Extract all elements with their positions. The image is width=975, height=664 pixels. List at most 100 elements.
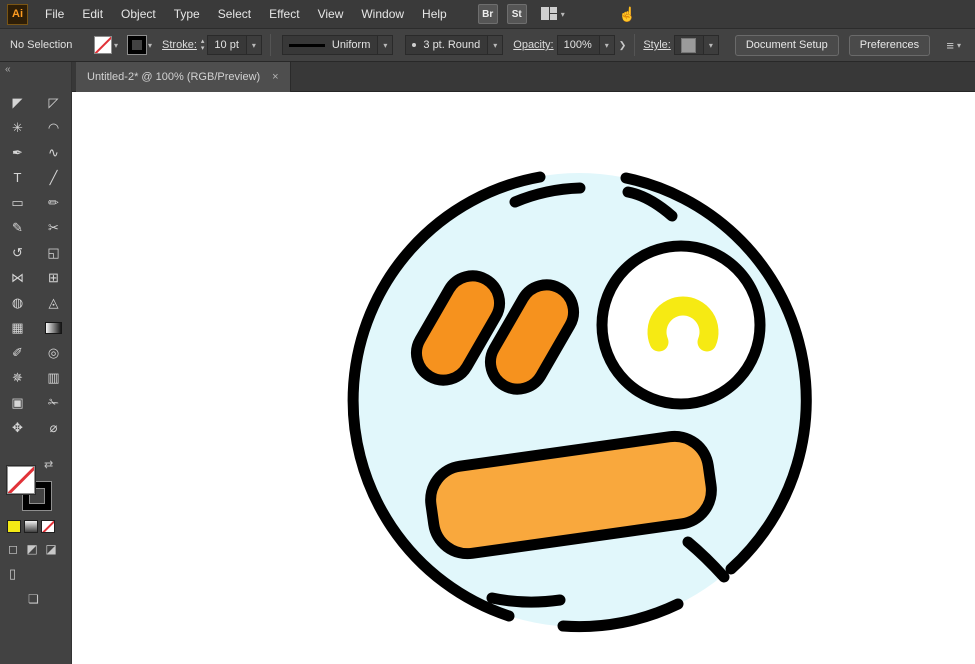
stroke-color-swatch: [128, 36, 146, 54]
stroke-color-control[interactable]: ▾: [122, 36, 152, 54]
arrange-documents-control[interactable]: ▾: [541, 7, 565, 21]
bridge-button[interactable]: Br: [478, 4, 498, 24]
canvas[interactable]: [72, 92, 975, 664]
chevron-right-icon[interactable]: ❯: [619, 40, 627, 51]
swap-fill-stroke-icon[interactable]: ⇄: [44, 458, 53, 471]
document-tab-bar: Untitled-2* @ 100% (RGB/Preview) ×: [72, 62, 975, 92]
none-button[interactable]: [41, 520, 55, 533]
selection-status: No Selection: [10, 39, 90, 51]
quick-buttons: Br St: [478, 4, 527, 24]
chevron-down-icon: ▾: [599, 36, 614, 54]
rotate-tool[interactable]: ↺: [0, 240, 36, 265]
stroke-preview-line: [289, 44, 325, 47]
stroke-weight-select[interactable]: 10 pt ▾: [207, 35, 261, 55]
stroke-weight-stepper[interactable]: ▴ ▾: [201, 38, 205, 52]
scissors-tool[interactable]: ✂: [36, 215, 72, 240]
fill-color-control[interactable]: ▾: [94, 36, 118, 54]
screen-mode-button[interactable]: ▯: [9, 566, 16, 582]
menu-object[interactable]: Object: [112, 0, 165, 29]
tab-title: Untitled-2* @ 100% (RGB/Preview): [87, 71, 260, 83]
panel-options-control[interactable]: ≡ ▾: [946, 38, 961, 53]
menu-select[interactable]: Select: [209, 0, 260, 29]
width-tool[interactable]: ⋈: [0, 265, 36, 290]
menu-type[interactable]: Type: [165, 0, 209, 29]
sketch-dash[interactable]: [492, 598, 560, 602]
curvature-tool[interactable]: ∿: [36, 140, 72, 165]
tools-panel: « ◤◸✳◠✒∿T╱▭✏✎✂↺◱⋈⊞◍◬▦✐◎✵▥▣✁✥⌀ ⇄ ◻◩◪ ▯ ❏: [0, 62, 72, 664]
selection-tool[interactable]: ◤: [0, 90, 36, 115]
eyedropper-tool[interactable]: ✐: [0, 340, 36, 365]
stroke-label[interactable]: Stroke:: [162, 39, 197, 51]
menu-help[interactable]: Help: [413, 0, 456, 29]
document-setup-button[interactable]: Document Setup: [735, 35, 839, 56]
brush-select[interactable]: 3 pt. Round ▾: [405, 35, 503, 55]
style-select[interactable]: ▾: [674, 35, 719, 55]
menubar: Ai FileEditObjectTypeSelectEffectViewWin…: [0, 0, 975, 29]
color-mode-buttons: [7, 520, 55, 533]
app-logo[interactable]: Ai: [7, 4, 28, 25]
step-up-icon: ▴: [201, 38, 205, 45]
pencil-tool[interactable]: ✎: [0, 215, 36, 240]
draw-behind-mode[interactable]: ◩: [24, 542, 40, 556]
menu-window[interactable]: Window: [352, 0, 413, 29]
separator: [270, 34, 271, 56]
panel-collapse-icon[interactable]: «: [0, 62, 71, 78]
artboard-tool[interactable]: ▣: [0, 390, 36, 415]
preferences-button[interactable]: Preferences: [849, 35, 930, 56]
stroke-weight-value: 10 pt: [214, 39, 238, 51]
scale-tool[interactable]: ◱: [36, 240, 72, 265]
width-profile-select[interactable]: Uniform ▾: [282, 35, 394, 55]
direct-selection-tool[interactable]: ◸: [36, 90, 72, 115]
pen-tool[interactable]: ✒: [0, 140, 36, 165]
egg-eye[interactable]: [602, 246, 760, 404]
chevron-down-icon: ▾: [561, 10, 565, 19]
draw-normal-mode[interactable]: ◻: [5, 542, 21, 556]
symbol-sprayer-tool[interactable]: ✵: [0, 365, 36, 390]
close-icon[interactable]: ×: [272, 71, 278, 83]
brush-preview-dot: [412, 43, 416, 47]
rectangle-tool[interactable]: ▭: [0, 190, 36, 215]
opacity-label[interactable]: Opacity:: [513, 39, 553, 51]
blend-tool[interactable]: ◎: [36, 340, 72, 365]
style-label[interactable]: Style:: [643, 39, 671, 51]
chevron-down-icon: ▾: [114, 41, 118, 50]
zoom-tool[interactable]: ⌀: [36, 415, 72, 440]
opacity-select[interactable]: 100% ▾: [557, 35, 615, 55]
chevron-down-icon: ▾: [377, 36, 392, 54]
fill-color-indicator[interactable]: [7, 466, 35, 494]
arrange-documents-icon: [541, 7, 558, 21]
style-swatch: [681, 38, 696, 53]
free-transform-tool[interactable]: ⊞: [36, 265, 72, 290]
menu-file[interactable]: File: [36, 0, 73, 29]
menu-view[interactable]: View: [309, 0, 353, 29]
paintbrush-tool[interactable]: ✏: [36, 190, 72, 215]
type-tool[interactable]: T: [0, 165, 36, 190]
shape-builder-tool[interactable]: ◍: [0, 290, 36, 315]
lasso-tool[interactable]: ◠: [36, 115, 72, 140]
control-bar: No Selection ▾ ▾ Stroke: ▴ ▾ 10 pt ▾ Uni…: [0, 29, 975, 62]
gradient-tool[interactable]: [36, 315, 72, 340]
document-tab[interactable]: Untitled-2* @ 100% (RGB/Preview) ×: [76, 62, 291, 92]
touch-gesture-icon[interactable]: ☝: [619, 6, 636, 23]
stock-button[interactable]: St: [507, 4, 527, 24]
magic-wand-tool[interactable]: ✳: [0, 115, 36, 140]
line-segment-tool[interactable]: ╱: [36, 165, 72, 190]
perspective-grid-tool[interactable]: ◬: [36, 290, 72, 315]
menu-edit[interactable]: Edit: [73, 0, 112, 29]
separator: [634, 34, 635, 56]
color-button[interactable]: [7, 520, 21, 533]
slice-tool[interactable]: ✁: [36, 390, 72, 415]
brush-value: 3 pt. Round: [423, 39, 480, 51]
chevron-down-icon: ▾: [487, 36, 502, 54]
chevron-down-icon: ▾: [246, 36, 261, 54]
tool-grid: ◤◸✳◠✒∿T╱▭✏✎✂↺◱⋈⊞◍◬▦✐◎✵▥▣✁✥⌀: [0, 78, 71, 440]
hand-tool[interactable]: ✥: [0, 415, 36, 440]
draw-inside-mode[interactable]: ◪: [43, 542, 59, 556]
menu-effect[interactable]: Effect: [260, 0, 308, 29]
edit-toolbar-button[interactable]: ❏: [28, 592, 39, 606]
mesh-tool[interactable]: ▦: [0, 315, 36, 340]
width-profile-value: Uniform: [332, 39, 371, 51]
column-graph-tool[interactable]: ▥: [36, 365, 72, 390]
step-down-icon: ▾: [201, 45, 205, 52]
gradient-button[interactable]: [24, 520, 38, 533]
